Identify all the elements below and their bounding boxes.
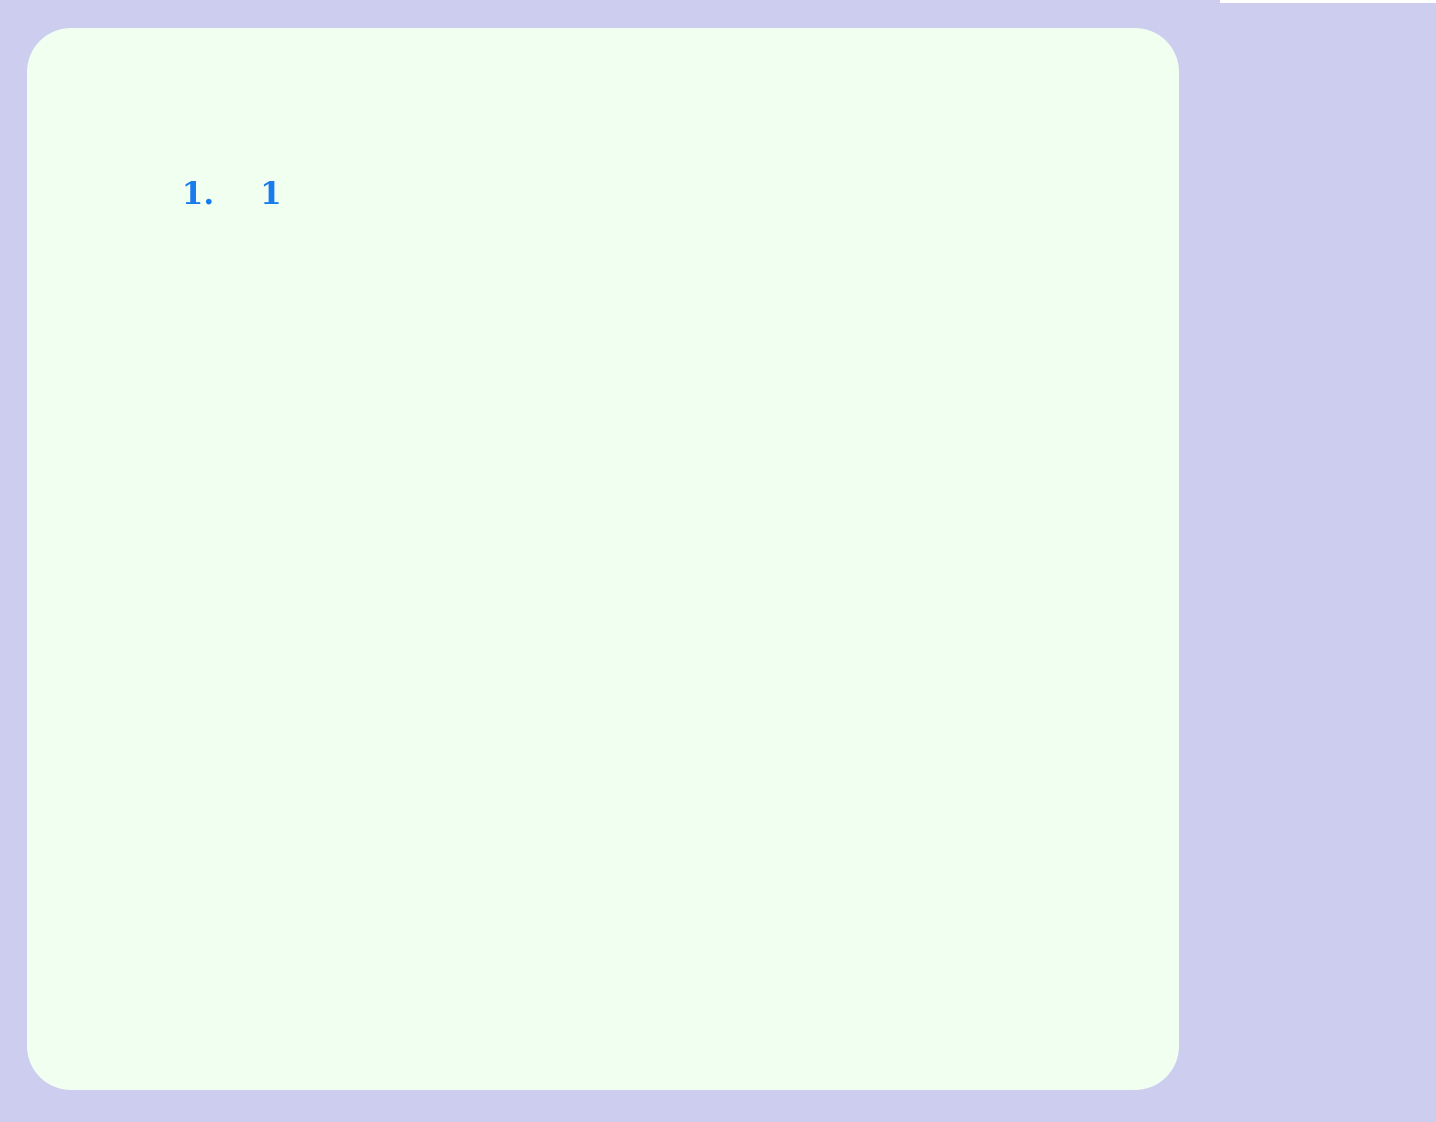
section-title: 1 (260, 176, 282, 212)
sidebar-clip: 2 Home Page Title Page ◀◀ ▶▶ ◀ ▶ Pa (1220, 0, 1436, 1122)
top-edge-strip (1220, 0, 1436, 3)
section-number: 1. (181, 176, 215, 212)
slide-content-area: 1. 1 (27, 28, 1179, 1090)
page-title: 1. 1 (117, 140, 282, 248)
slide-panel: 1. 1 (27, 28, 1179, 1090)
